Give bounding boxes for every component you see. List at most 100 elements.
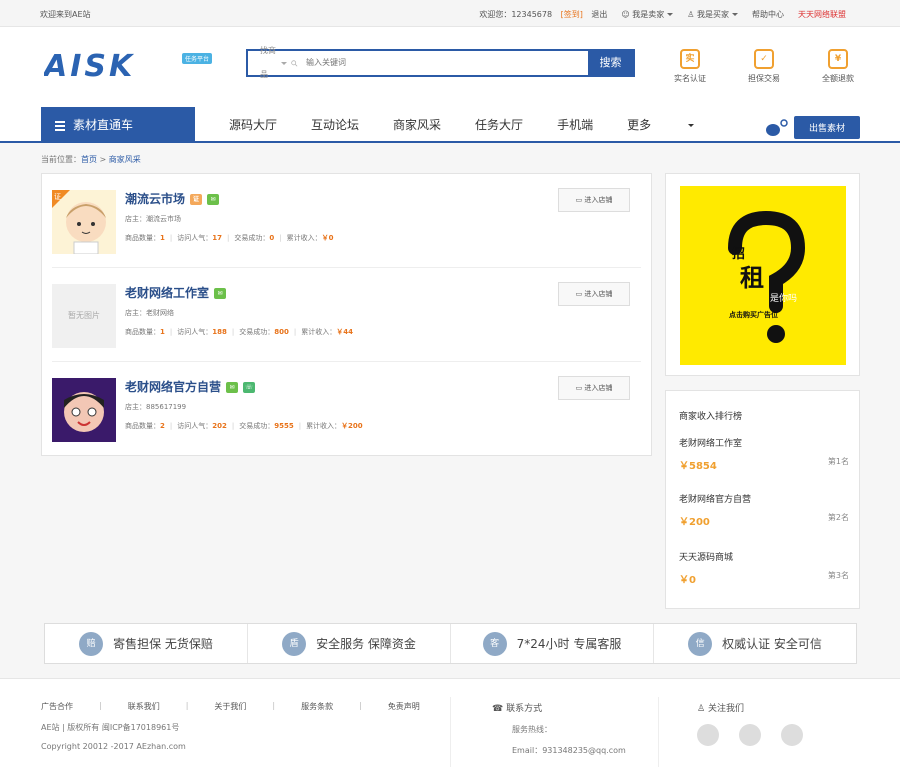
menu-icon [55, 119, 65, 133]
nav-item-merchants[interactable]: 商家风采 [393, 107, 441, 143]
wechat-icon[interactable] [697, 724, 719, 746]
user-info: 欢迎您：12345678 [签到] 退出 [479, 10, 608, 19]
chevron-down-icon [732, 13, 738, 16]
badge-verified: 实实名认证 [668, 49, 712, 84]
shop-avatar[interactable]: 暂无图片 [52, 284, 116, 348]
breadcrumb: 当前位置：首页 > 商家风采 [41, 155, 141, 164]
user-icon: ♙ [697, 704, 706, 714]
username: 12345678 [511, 10, 553, 19]
shop-avatar[interactable]: 证 [52, 190, 116, 254]
ranking-title: 商家收入排行榜 [679, 412, 743, 422]
breadcrumb-home[interactable]: 首页 [81, 155, 97, 164]
store-icon: ▭ [575, 384, 583, 392]
seller-menu[interactable]: ☺ 我是卖家 [621, 9, 674, 20]
contact-section: ☎ 联系方式 服务热线： Email：931348235@qq.com [492, 704, 626, 755]
weibo-icon[interactable] [781, 724, 803, 746]
svg-text:AISK: AISK [44, 49, 135, 81]
svg-text:是你吗: 是你吗 [770, 292, 797, 304]
sell-material-button[interactable]: 出售素材 [793, 116, 860, 139]
svg-text:招: 招 [732, 246, 745, 262]
search-icon [291, 59, 298, 66]
shop-name[interactable]: 老财网络工作室 ✉ [125, 284, 227, 301]
shield-check-icon: ✓ [754, 49, 774, 69]
copyright-line: AE站 | 版权所有 闽ICP备17018961号 [41, 723, 180, 732]
store-icon: ▭ [575, 196, 583, 204]
footer-link-ads[interactable]: 广告合作 [41, 701, 73, 712]
ad-banner[interactable]: 招 租 是你吗 点击购买广告位 [680, 186, 846, 365]
shop-name[interactable]: 潮流云市场证 ✉ [125, 190, 220, 207]
shop-list: 证 潮流云市场证 ✉ 店主：潮流云市场 商品数量：1 | 访问人气：17 | 交易成功：0… [41, 173, 652, 456]
search-category-select[interactable]: 找商品 [248, 46, 298, 79]
mail-icon: ✉ [214, 288, 227, 299]
footer-link-contact[interactable]: 联系我们 [128, 701, 160, 712]
svg-text:点击购买广告位: 点击购买广告位 [729, 310, 778, 319]
signin-link[interactable]: [签到] [561, 10, 583, 19]
logout-link[interactable]: 退出 [591, 10, 607, 19]
chevron-down-icon [667, 13, 674, 16]
ranking-item[interactable]: 老财网络官方自营 ￥200 第2名 [679, 492, 849, 528]
footer-link-disclaimer[interactable]: 免责声明 [388, 701, 420, 712]
alliance-link[interactable]: 天天网络联盟 [798, 9, 846, 20]
guarantee-item: 信权威认证 安全可信 [654, 624, 856, 663]
mail-icon: ✉ [226, 382, 239, 393]
search-bar: 找商品 搜索 [246, 46, 635, 79]
footer-link-terms[interactable]: 服务条款 [301, 701, 333, 712]
breadcrumb-current: 商家风采 [108, 155, 141, 164]
trust-badges: 实实名认证 ✓ 担保交易 ¥ 全额退款 [668, 49, 860, 84]
enter-shop-button[interactable]: ▭ 进入店铺 [558, 188, 630, 212]
logo-subtitle: 任务平台 [182, 53, 213, 64]
certified-icon: 信 [688, 631, 713, 656]
phone-icon: ☏ [243, 382, 256, 393]
mail-icon: ✉ [207, 194, 220, 205]
logo[interactable]: AISK [42, 49, 184, 84]
main-nav: 素材直通车 源码大厅 互动论坛 商家风采 任务大厅 手机端 更多 出售素材 [0, 107, 900, 143]
guarantee-item: 客 7*24小时 专属客服 [451, 624, 654, 663]
nav-item-tasks[interactable]: 任务大厅 [475, 107, 523, 143]
category-menu-button[interactable]: 素材直通车 [41, 107, 195, 143]
compensation-icon: 赔 [79, 631, 104, 656]
shop-name[interactable]: 老财网络官方自营 ✉ ☏ [125, 378, 256, 395]
shop-stats: 商品数量：1 | 访问人气：188 | 交易成功：800 | 累计收入：￥44 [125, 328, 353, 336]
svg-text:租: 租 [740, 264, 764, 292]
search-button[interactable]: 搜索 [588, 51, 633, 75]
buyer-menu[interactable]: ♙ 我是买家 [687, 9, 738, 20]
mouse-icon [766, 119, 788, 136]
income-ranking: 商家收入排行榜 老财网络工作室 ￥5854 第1名 老财网络官方自营 ￥200 第2名 … [665, 390, 860, 609]
nav-item-source[interactable]: 源码大厅 [229, 107, 277, 143]
support-clock-icon: 客 [482, 631, 507, 656]
shop-owner: 店主：老财网络 [125, 309, 174, 317]
footer-links: 广告合作 | 联系我们 | 关于我们 | 服务条款 | 免责声明 [41, 701, 420, 712]
refund-icon: ¥ [828, 49, 848, 69]
ranking-item[interactable]: 天天源码商城 ￥0 第3名 [679, 550, 849, 586]
footer-link-about[interactable]: 关于我们 [214, 701, 246, 712]
shop-stats: 商品数量：1 | 访问人气：17 | 交易成功：0 | 累计收入：￥0 [125, 234, 334, 242]
list-item: 暂无图片 老财网络工作室 ✉ 店主：老财网络 商品数量：1 | 访问人气：188 | 交易… [52, 268, 641, 362]
list-item: 证 潮流云市场证 ✉ 店主：潮流云市场 商品数量：1 | 访问人气：17 | 交易成功：0… [52, 174, 641, 268]
cartoon-face-image [64, 392, 104, 432]
shop-owner: 店主：885617199 [125, 403, 187, 411]
shop-avatar[interactable] [52, 378, 116, 442]
nav-links: 源码大厅 互动论坛 商家风采 任务大厅 手机端 更多 [229, 107, 728, 143]
verified-icon: 实 [680, 49, 700, 69]
phone-icon: ☎ [492, 704, 504, 714]
logo-graphic: AISK [42, 49, 135, 84]
header: AISK 任务平台 找商品 搜索 实实名认证 ✓担保交易 ¥全额退款 [0, 27, 900, 107]
enter-shop-button[interactable]: ▭ 进入店铺 [558, 376, 630, 400]
nav-item-more[interactable]: 更多 [627, 107, 695, 143]
store-icon: ▭ [575, 290, 583, 298]
guarantee-item: 盾安全服务 保障资金 [248, 624, 451, 663]
enter-shop-button[interactable]: ▭ 进入店铺 [558, 282, 630, 306]
footer: 广告合作 | 联系我们 | 关于我们 | 服务条款 | 免责声明 AE站 | 版权所有 … [0, 678, 900, 781]
qq-icon[interactable] [739, 724, 761, 746]
welcome-text: 欢迎来到AE站 [40, 10, 91, 19]
list-item: 老财网络官方自营 ✉ ☏ 店主：885617199 商品数量：2 | 访问人气：202 |… [52, 362, 641, 456]
chevron-down-icon [281, 61, 288, 65]
guarantee-bar: 赔寄售担保 无货保赔 盾安全服务 保障资金 客 7*24小时 专属客服 信权威认证… [44, 623, 857, 664]
nav-item-forum[interactable]: 互动论坛 [311, 107, 359, 143]
chevron-down-icon [688, 124, 695, 127]
search-input[interactable] [298, 51, 588, 75]
divider [450, 697, 451, 767]
nav-item-mobile[interactable]: 手机端 [557, 107, 593, 143]
help-link[interactable]: 帮助中心 [752, 9, 784, 20]
ranking-item[interactable]: 老财网络工作室 ￥5854 第1名 [679, 436, 849, 472]
